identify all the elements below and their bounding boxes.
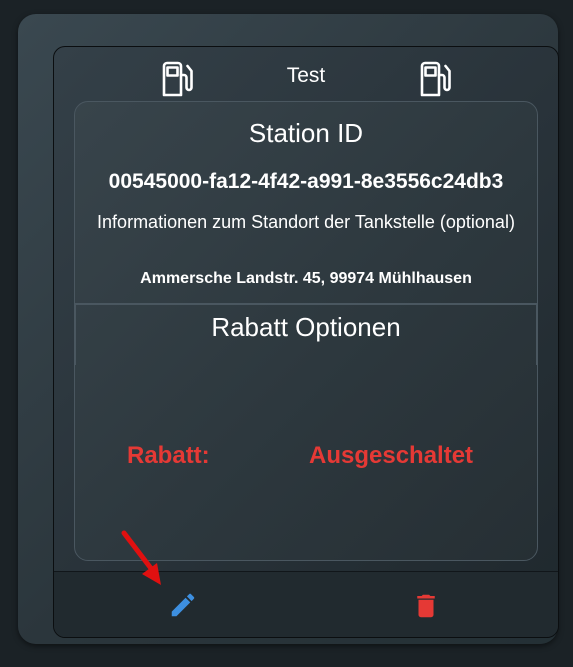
station-details-panel: Station ID 00545000-fa12-4f42-a991-8e355… (74, 101, 538, 561)
card-actions (54, 571, 558, 637)
pencil-icon (171, 593, 195, 617)
card-title: Test (286, 64, 326, 87)
card-header: Test (54, 47, 558, 103)
station-id-value: 00545000-fa12-4f42-a991-8e3556c24db3 (108, 170, 504, 193)
gas-pump-icon (418, 61, 452, 97)
rabatt-status-value: Ausgeschaltet (309, 442, 474, 469)
station-id-heading: Station ID (248, 118, 364, 148)
location-info-label: Informationen zum Standort der Tankstell… (97, 212, 515, 232)
card-container: Test Station ID 00545000-fa12-4f42-a991-… (18, 14, 559, 644)
trash-icon (417, 594, 435, 618)
delete-button[interactable] (411, 591, 441, 621)
station-card: Test Station ID 00545000-fa12-4f42-a991-… (53, 46, 559, 638)
edit-button[interactable] (168, 590, 198, 620)
rabatt-options-heading: Rabatt Optionen (211, 312, 401, 342)
station-address: Ammersche Landstr. 45, 99974 Mühlhausen (140, 270, 472, 287)
rabatt-label: Rabatt: (127, 442, 210, 469)
